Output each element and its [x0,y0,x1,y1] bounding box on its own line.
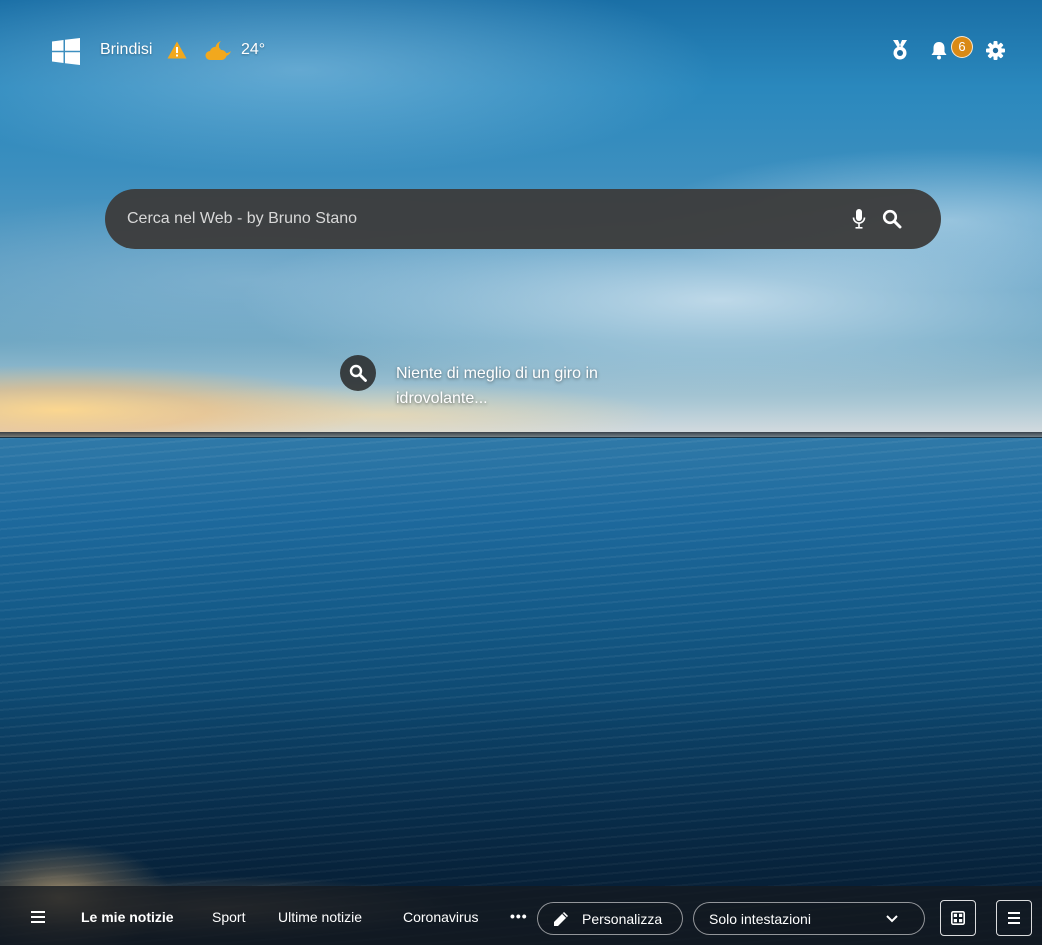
medal-icon[interactable] [890,40,910,60]
notification-count-badge[interactable]: 6 [951,36,973,58]
personalize-label: Personalizza [582,911,663,927]
tab-sport[interactable]: Sport [212,909,245,925]
more-options-button[interactable]: ••• [510,908,528,924]
image-search-icon[interactable] [340,355,376,391]
pencil-icon [553,911,569,927]
list-icon [1008,912,1020,924]
search-icon[interactable] [882,209,902,229]
grid-icon [951,911,965,925]
location-city[interactable]: Brindisi [100,41,152,59]
layout-select-value: Solo intestazioni [709,911,811,927]
chevron-down-icon [886,915,898,923]
hamburger-menu-icon[interactable] [31,910,47,924]
temperature[interactable]: 24° [241,41,265,59]
bell-icon[interactable] [930,41,948,60]
partly-cloudy-night-icon[interactable] [205,39,233,61]
layout-select[interactable]: Solo intestazioni [693,902,925,935]
warning-icon[interactable] [167,41,187,59]
news-bar: Le mie notizie Sport Ultime notizie Coro… [0,886,1042,945]
background-image [0,0,1042,945]
tab-coronavirus[interactable]: Coronavirus [403,909,478,925]
tab-ultime-notizie[interactable]: Ultime notizie [278,909,362,925]
windows-logo-icon[interactable] [52,38,80,65]
gear-icon[interactable] [986,41,1005,60]
headlines-view-button[interactable] [996,900,1032,936]
search-input[interactable] [105,189,825,249]
search-bar [105,189,941,249]
top-bar: Brindisi 24° 6 [0,0,1042,100]
personalize-button[interactable]: Personalizza [537,902,683,935]
grid-view-button[interactable] [940,900,976,936]
microphone-icon[interactable] [852,209,866,229]
tab-le-mie-notizie[interactable]: Le mie notizie [81,909,174,925]
image-caption[interactable]: Niente di meglio di un giro in idrovolan… [396,361,656,411]
